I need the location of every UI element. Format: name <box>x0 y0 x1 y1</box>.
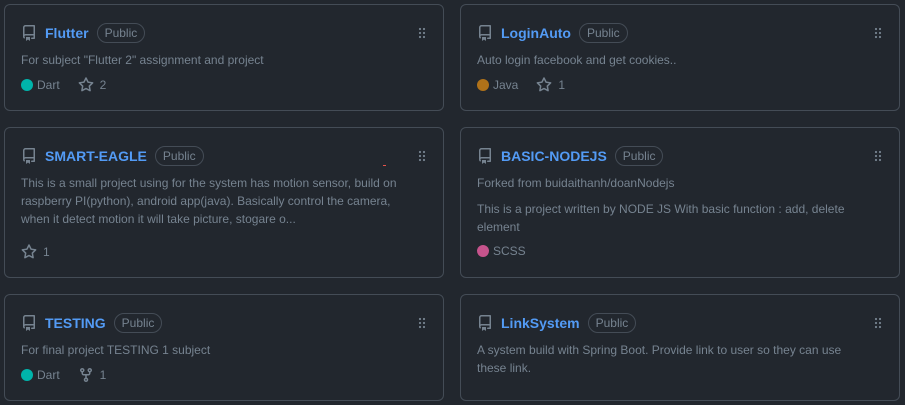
repo-icon <box>21 148 37 164</box>
repo-icon <box>477 25 493 41</box>
repo-meta: 1 <box>21 244 50 260</box>
visibility-badge: Public <box>578 23 628 43</box>
language-info: Dart <box>21 368 60 382</box>
pinned-repo-card-testing: TESTING Public For final project TESTING… <box>4 294 444 401</box>
stars-count: 1 <box>43 245 50 259</box>
repo-description: For final project TESTING 1 subject <box>21 343 211 357</box>
language-info: Dart <box>21 78 60 92</box>
language-label: Dart <box>37 78 60 92</box>
stars-link[interactable]: 1 <box>21 244 50 260</box>
grabber-icon[interactable] <box>418 27 426 39</box>
repo-name-link[interactable]: LoginAuto <box>501 25 571 41</box>
pinned-repo-card-flutter: Flutter Public For subject "Flutter 2" a… <box>4 4 444 111</box>
language-label: SCSS <box>493 244 526 258</box>
repo-name-link[interactable]: TESTING <box>45 315 106 331</box>
repo-header: SMART-EAGLE Public <box>21 145 204 167</box>
grabber-icon[interactable] <box>874 317 882 329</box>
language-info: Java <box>477 78 518 92</box>
grabber-icon[interactable] <box>418 150 426 162</box>
repo-name-link[interactable]: LinkSystem <box>501 315 580 331</box>
repo-header: TESTING Public <box>21 312 163 334</box>
repo-header: LoginAuto Public <box>477 22 628 44</box>
repo-header: BASIC-NODEJS Public <box>477 145 664 167</box>
repo-name-link[interactable]: BASIC-NODEJS <box>501 148 607 164</box>
star-icon <box>536 77 552 92</box>
grabber-icon[interactable] <box>874 150 882 162</box>
language-color-dot <box>477 79 489 91</box>
visibility-badge: Public <box>154 146 204 166</box>
pinned-repo-card-smart-eagle: SMART-EAGLE Public This is a small proje… <box>4 127 444 278</box>
repo-header: Flutter Public <box>21 22 146 44</box>
repo-meta: Dart 1 <box>21 367 106 383</box>
repo-meta: Java 1 <box>477 77 565 93</box>
visibility-badge: Public <box>614 146 664 166</box>
repo-header: LinkSystem Public <box>477 312 637 334</box>
repo-icon <box>21 25 37 41</box>
pinned-repo-card-linksystem: LinkSystem Public A system build with Sp… <box>460 294 900 401</box>
pinned-repo-card-basic-nodejs: BASIC-NODEJS Public Forked from buidaith… <box>460 127 900 278</box>
repo-description: For subject "Flutter 2" assignment and p… <box>21 53 264 67</box>
repo-description: This is a project written by NODE JS Wit… <box>477 202 845 234</box>
visibility-badge: Public <box>113 313 163 333</box>
cursor-artifact <box>383 165 386 166</box>
visibility-badge: Public <box>96 23 146 43</box>
repo-description: A system build with Spring Boot. Provide… <box>477 343 842 375</box>
stars-count: 1 <box>558 78 566 92</box>
forked-from-link[interactable]: Forked from buidaithanh/doanNodejs <box>477 174 859 192</box>
grabber-icon[interactable] <box>874 27 882 39</box>
stars-count: 2 <box>99 78 107 92</box>
forks-count: 1 <box>99 368 107 382</box>
star-icon <box>78 77 94 92</box>
pinned-repo-card-loginauto: LoginAuto Public Auto login facebook and… <box>460 4 900 111</box>
repo-description: Auto login facebook and get cookies.. <box>477 53 677 67</box>
language-info: SCSS <box>477 244 526 258</box>
repo-description: This is a small project using for the sy… <box>21 176 397 226</box>
repo-icon <box>21 315 37 331</box>
forks-link[interactable]: 1 <box>78 367 107 383</box>
repo-icon <box>477 148 493 164</box>
repo-meta: Dart 2 <box>21 77 106 93</box>
language-color-dot <box>477 245 489 257</box>
language-label: Java <box>493 78 519 92</box>
repo-name-link[interactable]: Flutter <box>45 25 89 41</box>
repo-meta: SCSS <box>477 244 526 258</box>
repo-icon <box>477 315 493 331</box>
fork-icon <box>79 368 92 383</box>
stars-link[interactable]: 1 <box>536 77 565 93</box>
grabber-icon[interactable] <box>418 317 426 329</box>
repo-name-link[interactable]: SMART-EAGLE <box>45 148 147 164</box>
language-color-dot <box>21 79 33 91</box>
star-icon <box>21 244 37 259</box>
language-color-dot <box>21 369 33 381</box>
stars-link[interactable]: 2 <box>78 77 107 93</box>
visibility-badge: Public <box>587 313 637 333</box>
language-label: Dart <box>37 368 60 382</box>
